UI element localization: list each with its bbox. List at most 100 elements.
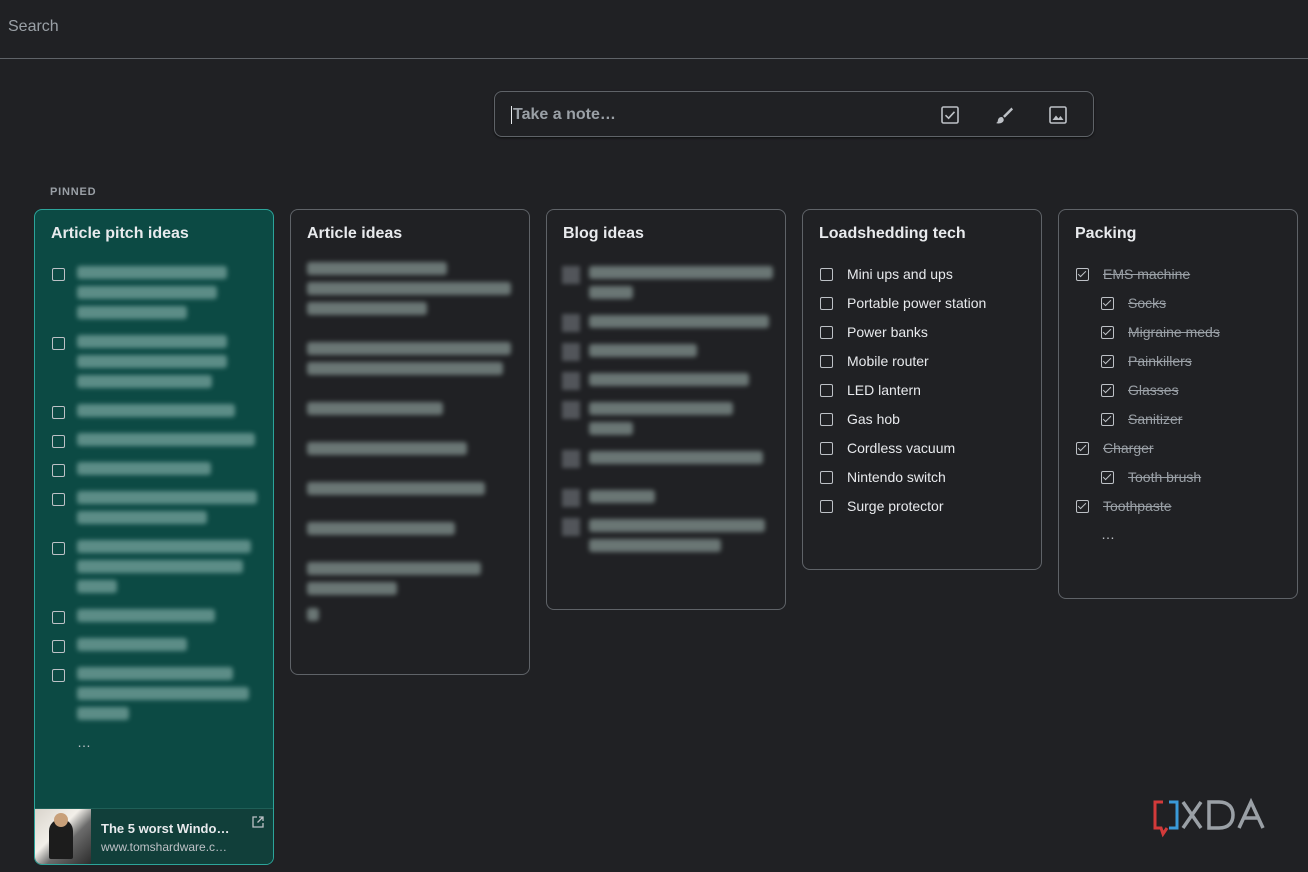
brush-icon[interactable] xyxy=(993,104,1015,126)
checklist-item[interactable]: Portable power station xyxy=(820,295,986,311)
item-label: LED lantern xyxy=(847,382,921,398)
checkbox[interactable] xyxy=(52,542,65,555)
blurred-text xyxy=(307,362,503,375)
take-note-bar[interactable]: Take a note… xyxy=(494,91,1094,137)
blurred-text xyxy=(77,511,207,524)
open-in-new-icon[interactable] xyxy=(251,815,265,829)
checkbox[interactable] xyxy=(820,413,833,426)
checkbox[interactable] xyxy=(52,640,65,653)
checklist-item[interactable]: Toothpaste xyxy=(1076,498,1172,514)
checked-checkbox[interactable] xyxy=(1101,297,1114,310)
checklist-item[interactable]: LED lantern xyxy=(820,382,921,398)
checklist-item[interactable]: EMS machine xyxy=(1076,266,1190,282)
checkbox[interactable] xyxy=(820,355,833,368)
checked-checkbox[interactable] xyxy=(1076,268,1089,281)
checkbox[interactable] xyxy=(820,471,833,484)
blurred-text xyxy=(307,608,319,621)
blurred-text xyxy=(77,540,251,553)
checklist-item[interactable]: Mobile router xyxy=(820,353,929,369)
checklist-item[interactable]: Mini ups and ups xyxy=(820,266,953,282)
checkbox[interactable] xyxy=(820,500,833,513)
blurred-text xyxy=(307,522,455,535)
blurred-checkbox xyxy=(562,518,580,536)
checklist-item[interactable]: Nintendo switch xyxy=(820,469,946,485)
checkbox[interactable] xyxy=(820,384,833,397)
checkbox[interactable] xyxy=(52,337,65,350)
search-input[interactable] xyxy=(8,14,608,40)
blurred-text xyxy=(77,462,211,475)
note-card-packing[interactable]: Packing EMS machine Socks Migraine meds … xyxy=(1058,209,1298,599)
note-card-article-ideas[interactable]: Article ideas xyxy=(290,209,530,675)
checklist-item[interactable]: Gas hob xyxy=(820,411,900,427)
item-label: Charger xyxy=(1103,440,1154,456)
checkbox[interactable] xyxy=(820,326,833,339)
checked-checkbox[interactable] xyxy=(1101,326,1114,339)
checklist-item[interactable]: Cordless vacuum xyxy=(820,440,955,456)
blurred-text xyxy=(589,344,697,357)
checked-checkbox[interactable] xyxy=(1076,500,1089,513)
checked-checkbox[interactable] xyxy=(1101,413,1114,426)
checkbox[interactable] xyxy=(52,611,65,624)
checked-checkbox[interactable] xyxy=(1076,442,1089,455)
item-label: Painkillers xyxy=(1128,353,1192,369)
blurred-text xyxy=(589,422,633,435)
checked-checkbox[interactable] xyxy=(1101,384,1114,397)
checkbox[interactable] xyxy=(52,406,65,419)
link-title[interactable]: The 5 worst Windo… xyxy=(101,821,229,836)
blurred-text xyxy=(77,404,235,417)
checkbox[interactable] xyxy=(820,297,833,310)
checklist-subitem[interactable]: Migraine meds xyxy=(1101,324,1220,340)
blurred-checkbox xyxy=(562,343,580,361)
blurred-checkbox xyxy=(562,266,580,284)
blurred-text xyxy=(589,266,773,279)
note-card-blog-ideas[interactable]: Blog ideas xyxy=(546,209,786,610)
note-card-article-pitch-ideas[interactable]: Article pitch ideas … The 5 worst Windo…… xyxy=(34,209,274,865)
blurred-text xyxy=(589,451,763,464)
checkbox[interactable] xyxy=(52,268,65,281)
blurred-text xyxy=(77,560,243,573)
blurred-text xyxy=(77,433,255,446)
checkbox[interactable] xyxy=(820,442,833,455)
checklist-subitem[interactable]: Tooth brush xyxy=(1101,469,1201,485)
checkbox[interactable] xyxy=(52,464,65,477)
note-title: Loadshedding tech xyxy=(819,225,966,242)
blurred-text xyxy=(589,539,721,552)
checked-checkbox[interactable] xyxy=(1101,471,1114,484)
checkbox[interactable] xyxy=(52,435,65,448)
checkbox[interactable] xyxy=(820,268,833,281)
blurred-text xyxy=(77,491,257,504)
checklist-subitem[interactable]: Glasses xyxy=(1101,382,1179,398)
note-card-loadshedding-tech[interactable]: Loadshedding tech Mini ups and ups Porta… xyxy=(802,209,1042,570)
blurred-text xyxy=(307,302,427,315)
more-items-ellipsis: … xyxy=(77,734,91,750)
blurred-text xyxy=(307,582,397,595)
blurred-text xyxy=(77,667,233,680)
checklist-subitem[interactable]: Socks xyxy=(1101,295,1166,311)
blurred-checkbox xyxy=(562,314,580,332)
checkbox-icon[interactable] xyxy=(939,104,961,126)
checked-checkbox[interactable] xyxy=(1101,355,1114,368)
blurred-text xyxy=(77,638,187,651)
link-thumbnail xyxy=(35,809,91,864)
link-preview[interactable]: The 5 worst Windo… www.tomshardware.c… xyxy=(35,808,273,864)
link-url[interactable]: www.tomshardware.c… xyxy=(101,840,227,854)
blurred-text xyxy=(77,707,129,720)
checklist-item[interactable]: Charger xyxy=(1076,440,1154,456)
checkbox[interactable] xyxy=(52,669,65,682)
checkbox[interactable] xyxy=(52,493,65,506)
blurred-text xyxy=(307,402,443,415)
blurred-text xyxy=(307,562,481,575)
item-label: Nintendo switch xyxy=(847,469,946,485)
image-icon[interactable] xyxy=(1047,104,1069,126)
take-note-placeholder[interactable]: Take a note… xyxy=(511,106,616,124)
blurred-text xyxy=(77,266,227,279)
note-title: Article ideas xyxy=(307,225,403,242)
checklist-subitem[interactable]: Painkillers xyxy=(1101,353,1192,369)
checklist-item[interactable]: Power banks xyxy=(820,324,928,340)
blurred-text xyxy=(307,262,447,275)
checklist-item[interactable]: Surge protector xyxy=(820,498,944,514)
blurred-text xyxy=(589,315,769,328)
item-label: Socks xyxy=(1128,295,1167,311)
checklist-subitem[interactable]: Sanitizer xyxy=(1101,411,1182,427)
item-label: Migraine meds xyxy=(1128,324,1220,340)
